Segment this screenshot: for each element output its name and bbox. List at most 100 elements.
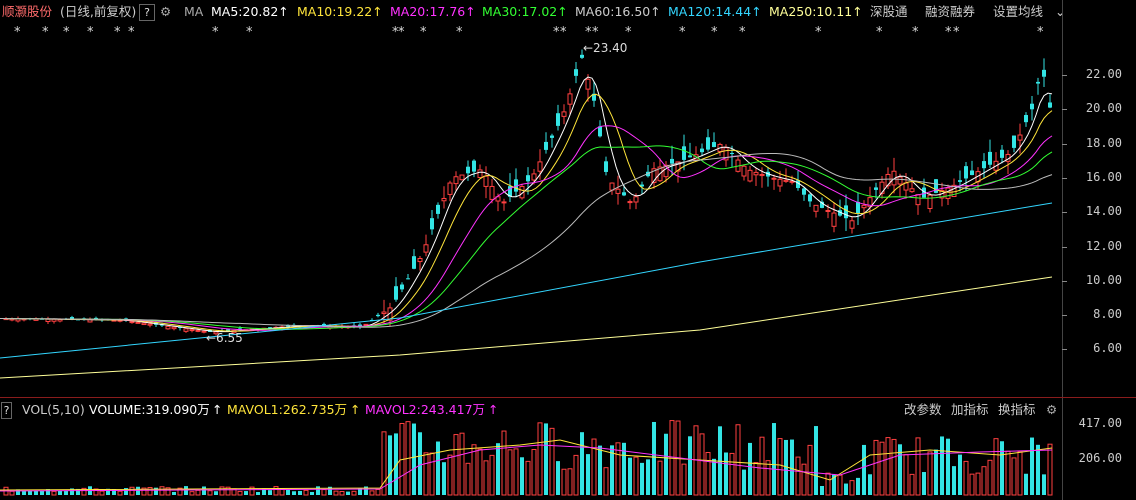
candle-body[interactable] [1048,102,1052,108]
volume-bar[interactable] [1011,457,1017,496]
volume-bar[interactable] [1030,437,1034,495]
candle-body[interactable] [189,329,195,332]
candle-body[interactable] [501,201,507,204]
volume-bar[interactable] [316,486,320,495]
volume-bar[interactable] [303,489,309,496]
volume-bar[interactable] [1024,473,1028,495]
volume-bar[interactable] [969,473,975,496]
volume-bar[interactable] [189,491,195,496]
volume-bar[interactable] [496,443,500,495]
candle-body[interactable] [615,188,621,194]
volume-bar[interactable] [172,491,176,495]
candle-body[interactable] [561,111,567,117]
candle-body[interactable] [459,174,465,181]
volume-bar[interactable] [868,474,872,495]
candle-body[interactable] [915,194,921,206]
volume-bar[interactable] [214,491,218,495]
candle-body[interactable] [1017,134,1023,141]
volume-bar[interactable] [820,485,824,495]
volume-bar[interactable] [688,436,692,495]
candle-body[interactable] [472,160,476,172]
volume-bar[interactable] [628,457,632,495]
candle-body[interactable] [526,175,530,182]
volume-help-button[interactable]: ? [1,402,12,419]
volume-bar[interactable] [423,452,429,496]
volume-bar[interactable] [724,452,728,495]
candle-body[interactable] [813,204,819,212]
volume-bar[interactable] [489,454,495,496]
candle-body[interactable] [874,187,878,190]
candle-body[interactable] [483,175,489,187]
candle-body[interactable] [556,113,560,126]
volume-bar[interactable] [844,483,848,495]
candle-body[interactable] [627,201,633,204]
volume-bar[interactable] [958,454,962,495]
volume-bar[interactable] [915,437,921,496]
candle-body[interactable] [706,137,710,150]
volume-bar[interactable] [531,449,537,496]
volume-bar[interactable] [1036,444,1040,495]
volume-bar[interactable] [735,424,741,496]
volume-bar[interactable] [873,439,879,496]
volume-bar[interactable] [429,452,435,496]
volume-bar[interactable] [718,426,722,495]
candle-body[interactable] [825,209,831,212]
volume-bar[interactable] [825,472,831,496]
volume-bar[interactable] [801,463,807,496]
candle-body[interactable] [856,201,860,214]
volume-bar[interactable] [388,435,392,495]
candle-body[interactable] [141,322,147,326]
candle-body[interactable] [567,93,573,105]
volume-bar[interactable] [22,491,26,495]
volume-bar[interactable] [321,489,327,496]
candle-body[interactable] [550,135,554,138]
candle-body[interactable] [730,152,734,154]
volume-bar[interactable] [573,454,579,496]
volume-bar[interactable] [742,469,746,495]
volume-bar[interactable] [237,490,243,496]
volume-bar[interactable] [202,486,206,495]
candle-body[interactable] [400,284,404,290]
volume-bar[interactable] [927,451,933,496]
volume-bar[interactable] [1005,450,1011,496]
volume-bar[interactable] [903,454,909,496]
volume-bar[interactable] [603,467,609,496]
volume-bar[interactable] [346,491,350,495]
candle-body[interactable] [753,171,759,176]
candle-body[interactable] [682,146,686,160]
volume-bar[interactable] [501,430,507,496]
add-indicator-button[interactable]: 加指标 [951,398,989,422]
candle-body[interactable] [381,311,387,315]
candle-body[interactable] [1000,149,1004,158]
volume-bar[interactable] [40,490,44,495]
candle-body[interactable] [574,69,578,76]
volume-bar[interactable] [513,448,519,496]
volume-bar[interactable] [447,454,453,496]
volume-bar[interactable] [117,490,123,496]
candle-body[interactable] [417,258,423,263]
candle-body[interactable] [1036,81,1040,84]
volume-bar[interactable] [646,459,650,495]
candle-body[interactable] [436,204,440,214]
volume-bar[interactable] [699,433,705,496]
volume-bar[interactable] [940,436,944,495]
candle-body[interactable] [537,161,543,172]
volume-bar[interactable] [561,468,567,496]
candle-body[interactable] [964,166,968,179]
volume-bar[interactable] [99,490,105,496]
volume-bar[interactable] [981,466,987,496]
candle-body[interactable] [783,179,789,182]
volume-bar[interactable] [51,490,57,496]
volume-bar[interactable] [777,438,783,496]
volume-bar[interactable] [507,449,513,496]
volume-bar[interactable] [952,466,956,495]
volume-bar[interactable] [1000,441,1004,495]
volume-bar[interactable] [442,462,446,495]
volume-bar[interactable] [310,491,314,495]
candle-body[interactable] [622,192,626,196]
candle-body[interactable] [447,182,453,195]
volume-bar[interactable] [987,459,993,496]
volume-bar[interactable] [375,489,381,496]
candle-body[interactable] [831,212,837,227]
candle-body[interactable] [531,173,537,181]
